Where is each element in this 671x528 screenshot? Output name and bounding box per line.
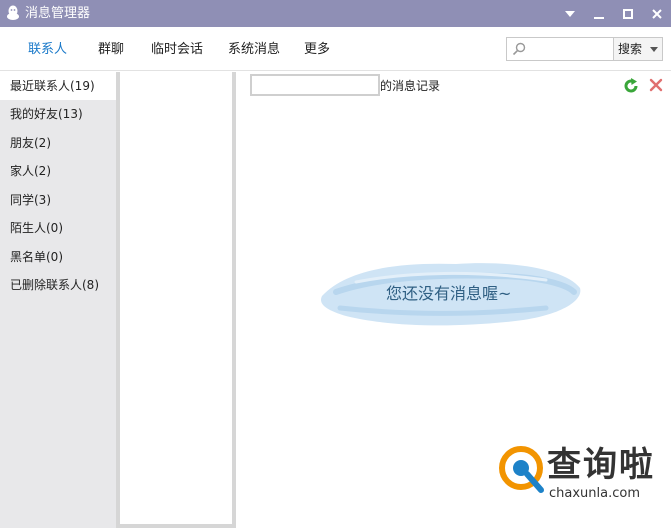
sidebar-item-classmates[interactable]: 同学(3) — [0, 186, 116, 214]
watermark: 查询啦 chaxunla.com — [497, 444, 667, 508]
tab-contacts[interactable]: 联系人 — [28, 41, 67, 58]
brand-logo-icon — [497, 444, 547, 499]
contact-list[interactable] — [120, 72, 232, 524]
title-bar: 消息管理器 — [0, 0, 671, 27]
window-title: 消息管理器 — [25, 6, 91, 21]
tab-temp-session[interactable]: 临时会话 — [151, 41, 203, 58]
history-label: 的消息记录 — [380, 79, 441, 93]
chevron-down-icon — [650, 47, 658, 52]
close-button[interactable] — [643, 0, 671, 27]
close-icon — [652, 8, 662, 19]
penguin-icon — [6, 5, 20, 21]
sidebar-item-strangers[interactable]: 陌生人(0) — [0, 214, 116, 242]
watermark-brand: 查询啦 — [547, 445, 655, 485]
sidebar-item-blacklist[interactable]: 黑名单(0) — [0, 243, 116, 271]
tab-more[interactable]: 更多 — [304, 41, 330, 58]
contact-list-panel — [116, 72, 236, 528]
empty-message: 您还没有消息喔~ — [386, 284, 512, 303]
watermark-domain: chaxunla.com — [549, 486, 640, 501]
tab-system-messages[interactable]: 系统消息 — [228, 41, 280, 58]
minimize-icon — [594, 16, 604, 19]
search-button[interactable]: 搜索 — [613, 37, 663, 61]
sidebar-item-friends[interactable]: 我的好友(13) — [0, 100, 116, 128]
search-input[interactable] — [531, 40, 611, 58]
search-box — [506, 37, 614, 61]
refresh-icon[interactable] — [623, 78, 639, 97]
maximize-icon — [623, 8, 633, 19]
sidebar-item-family[interactable]: 家人(2) — [0, 157, 116, 185]
empty-state: 您还没有消息喔~ — [316, 252, 586, 334]
tab-group-chat[interactable]: 群聊 — [98, 41, 124, 58]
sidebar-item-deleted[interactable]: 已删除联系人(8) — [0, 271, 116, 299]
minimize-button[interactable] — [585, 0, 613, 27]
caret-down-icon — [565, 10, 575, 17]
sidebar-item-pals[interactable]: 朋友(2) — [0, 129, 116, 157]
search-button-label: 搜索 — [618, 42, 643, 56]
contact-name-box — [250, 74, 380, 96]
top-nav: 联系人 群聊 临时会话 系统消息 更多 搜索 — [0, 27, 671, 71]
dropdown-menu-button[interactable] — [556, 0, 584, 27]
search-icon — [512, 42, 526, 59]
maximize-button[interactable] — [614, 0, 642, 27]
delete-icon[interactable] — [649, 78, 663, 95]
message-header: 的消息记录 — [236, 72, 671, 100]
sidebar-item-recent[interactable]: 最近联系人(19) — [0, 72, 116, 100]
category-sidebar: 最近联系人(19) 我的好友(13) 朋友(2) 家人(2) 同学(3) 陌生人… — [0, 72, 116, 528]
